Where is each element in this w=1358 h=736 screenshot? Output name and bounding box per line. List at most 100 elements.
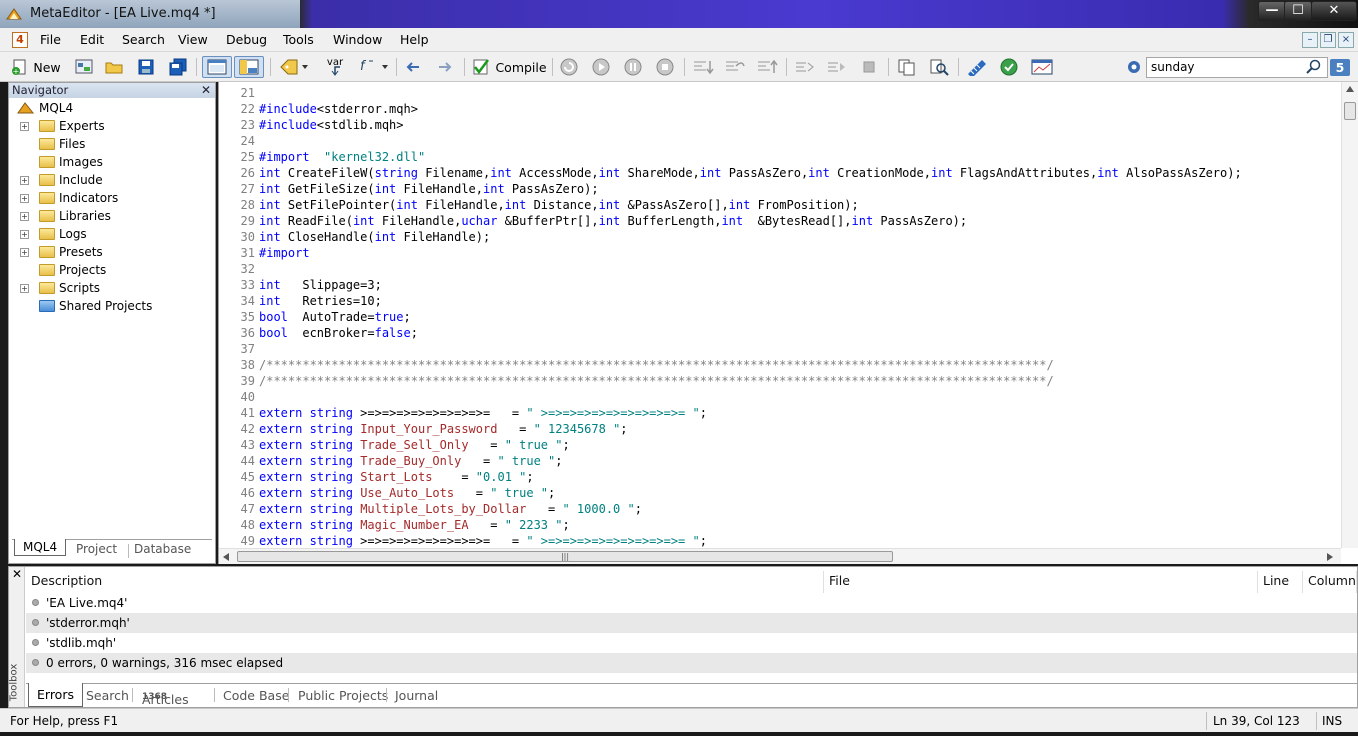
debug-stop-button[interactable] bbox=[654, 56, 676, 78]
code-line[interactable]: bool ecnBroker=false; bbox=[259, 326, 418, 340]
expand-icon[interactable]: + bbox=[20, 176, 29, 185]
step-out-button[interactable] bbox=[754, 56, 780, 78]
step-over-button[interactable] bbox=[722, 56, 748, 78]
mdi-restore-icon[interactable]: ❐ bbox=[1320, 32, 1336, 48]
tab-project[interactable]: Project bbox=[76, 542, 117, 556]
back-button[interactable] bbox=[402, 56, 424, 78]
column-header-column[interactable]: Column bbox=[1303, 571, 1357, 593]
code-editor[interactable]: 21 22 23 24 25 26 27 28 29 30 31 32 33 34 35 36 37 38 39 40… bbox=[218, 82, 1358, 564]
toolbox-toggle-button[interactable] bbox=[234, 56, 264, 78]
vertical-scroll-thumb[interactable] bbox=[1344, 102, 1356, 120]
code-line[interactable]: extern string Trade_Buy_Only = " true "; bbox=[259, 454, 563, 468]
tree-item-presets[interactable]: + Presets bbox=[9, 243, 215, 261]
code-line[interactable]: bool AutoTrade=true; bbox=[259, 310, 411, 324]
terminal-button[interactable] bbox=[1028, 56, 1056, 78]
tree-item-shared-projects[interactable]: Shared Projects bbox=[9, 297, 215, 315]
remove-breakpoints-button[interactable] bbox=[824, 56, 848, 78]
tab-errors[interactable]: Errors bbox=[28, 683, 83, 707]
menu-tools[interactable]: Tools bbox=[283, 32, 314, 47]
save-button[interactable] bbox=[134, 56, 158, 78]
menu-help[interactable]: Help bbox=[400, 32, 429, 47]
code-line[interactable]: #include<stdlib.mqh> bbox=[259, 118, 404, 132]
tree-item-indicators[interactable]: + Indicators bbox=[9, 189, 215, 207]
tab-database[interactable]: Database bbox=[134, 542, 191, 556]
notifications-badge[interactable]: 5 bbox=[1330, 59, 1350, 76]
tree-item-logs[interactable]: + Logs bbox=[9, 225, 215, 243]
maximize-button[interactable]: ☐ bbox=[1284, 1, 1312, 21]
minimize-button[interactable]: — bbox=[1258, 1, 1286, 21]
code-line[interactable]: extern string Trade_Sell_Only = " true "… bbox=[259, 438, 570, 452]
search-input[interactable]: sunday bbox=[1146, 57, 1328, 78]
step-into-button[interactable] bbox=[690, 56, 716, 78]
tab-search[interactable]: Search bbox=[86, 688, 129, 703]
open-button[interactable] bbox=[102, 56, 126, 78]
debug-start-button[interactable] bbox=[590, 56, 612, 78]
vertical-scrollbar[interactable] bbox=[1341, 82, 1358, 548]
menu-window[interactable]: Window bbox=[333, 32, 382, 47]
debug-pause-button[interactable] bbox=[622, 56, 644, 78]
tab-public-projects[interactable]: Public Projects bbox=[298, 688, 388, 703]
table-row[interactable]: 'stderror.mqh' bbox=[26, 613, 1357, 633]
tree-root-mql4[interactable]: MQL4 bbox=[9, 99, 215, 117]
menu-debug[interactable]: Debug bbox=[226, 32, 267, 47]
navigator-close-icon[interactable]: ✕ bbox=[201, 83, 211, 98]
tree-item-libraries[interactable]: + Libraries bbox=[9, 207, 215, 225]
code-line[interactable]: int CloseHandle(int FileHandle); bbox=[259, 230, 490, 244]
close-button[interactable]: ✕ bbox=[1311, 1, 1357, 21]
table-row[interactable]: 'stdlib.mqh' bbox=[26, 633, 1357, 653]
code-line[interactable]: extern string Multiple_Lots_by_Dollar = … bbox=[259, 502, 642, 516]
scroll-left-icon[interactable] bbox=[223, 553, 229, 561]
column-header-description[interactable]: Description bbox=[26, 571, 824, 593]
tab-code-base[interactable]: Code Base bbox=[223, 688, 289, 703]
column-header-file[interactable]: File bbox=[824, 571, 1258, 593]
code-line[interactable]: int ReadFile(int FileHandle,uchar &Buffe… bbox=[259, 214, 967, 228]
code-line[interactable]: #import "kernel32.dll" bbox=[259, 150, 425, 164]
horizontal-scrollbar[interactable]: ||| bbox=[219, 548, 1341, 564]
expand-icon[interactable]: + bbox=[20, 122, 29, 131]
expand-icon[interactable]: + bbox=[20, 230, 29, 239]
code-line[interactable]: #import bbox=[259, 246, 310, 260]
code-line[interactable]: int Slippage=3; bbox=[259, 278, 382, 292]
tree-item-projects[interactable]: Projects bbox=[9, 261, 215, 279]
scroll-right-icon[interactable] bbox=[1327, 553, 1333, 561]
tree-item-images[interactable]: Images bbox=[9, 153, 215, 171]
insert-dropdown-button[interactable] bbox=[276, 56, 312, 78]
code-line[interactable]: int SetFilePointer(int FileHandle,int Di… bbox=[259, 198, 859, 212]
code-line[interactable]: extern string Use_Auto_Lots = " true "; bbox=[259, 486, 555, 500]
mql5-storage-button[interactable] bbox=[996, 56, 1022, 78]
tree-item-experts[interactable]: + Experts bbox=[9, 117, 215, 135]
search-settings-button[interactable] bbox=[1124, 56, 1144, 78]
code-line[interactable]: extern string Magic_Number_EA = " 2233 "… bbox=[259, 518, 570, 532]
compile-button[interactable]: Compile bbox=[470, 56, 548, 78]
debug-restart-button[interactable] bbox=[558, 56, 580, 78]
code-line[interactable]: int Retries=10; bbox=[259, 294, 382, 308]
scroll-up-icon[interactable] bbox=[1346, 86, 1354, 92]
code-line[interactable]: extern string Input_Your_Password = " 12… bbox=[259, 422, 628, 436]
code-line[interactable]: extern string Start_Lots = "0.01 "; bbox=[259, 470, 534, 484]
expand-icon[interactable]: + bbox=[20, 212, 29, 221]
mdi-minimize-icon[interactable]: – bbox=[1302, 32, 1318, 48]
tab-mql4[interactable]: MQL4 bbox=[14, 539, 67, 556]
insert-variable-button[interactable]: var bbox=[318, 56, 348, 78]
table-row[interactable]: 0 errors, 0 warnings, 316 msec elapsed bbox=[26, 653, 1357, 673]
menu-search[interactable]: Search bbox=[122, 32, 165, 47]
table-row[interactable]: 'EA Live.mq4' bbox=[26, 593, 1357, 613]
styler-button[interactable] bbox=[964, 56, 990, 78]
tree-item-files[interactable]: Files bbox=[9, 135, 215, 153]
forward-button[interactable] bbox=[434, 56, 456, 78]
mdi-close-icon[interactable]: × bbox=[1338, 32, 1354, 48]
code-line[interactable]: int CreateFileW(string Filename,int Acce… bbox=[259, 166, 1242, 180]
mql-wizard-button[interactable] bbox=[72, 56, 96, 78]
expand-icon[interactable]: + bbox=[20, 194, 29, 203]
menu-file[interactable]: File bbox=[40, 32, 61, 47]
column-header-line[interactable]: Line bbox=[1258, 571, 1303, 593]
document-icon[interactable]: 4 bbox=[12, 32, 28, 48]
menu-view[interactable]: View bbox=[178, 32, 208, 47]
toolbox-close-icon[interactable]: ✕ bbox=[12, 567, 22, 581]
expand-icon[interactable]: + bbox=[20, 248, 29, 257]
menu-edit[interactable]: Edit bbox=[80, 32, 104, 47]
search-icon[interactable] bbox=[1306, 59, 1322, 75]
code-line[interactable]: /***************************************… bbox=[259, 374, 1054, 388]
expand-icon[interactable]: + bbox=[20, 284, 29, 293]
horizontal-scroll-thumb[interactable]: ||| bbox=[237, 551, 893, 562]
